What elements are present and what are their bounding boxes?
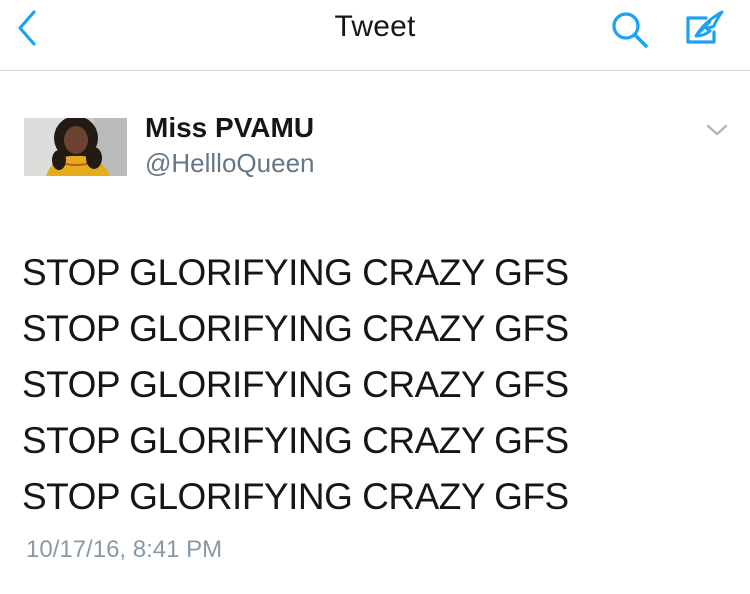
navigation-bar: Tweet — [0, 0, 750, 71]
tweet-timestamp: 10/17/16, 8:41 PM — [26, 536, 223, 563]
author-handle[interactable]: @HellloQueen — [145, 148, 314, 179]
tweet-text: STOP GLORIFYING CRAZY GFS STOP GLORIFYIN… — [22, 245, 722, 525]
search-button[interactable] — [608, 8, 654, 50]
tweet-options-button[interactable] — [702, 118, 732, 142]
profile-photo — [24, 118, 127, 176]
avatar[interactable] — [24, 118, 127, 176]
tweet-text-line: STOP GLORIFYING CRAZY GFS — [22, 476, 569, 517]
compose-button[interactable] — [680, 6, 730, 52]
tweet-text-line: STOP GLORIFYING CRAZY GFS — [22, 252, 569, 293]
chevron-down-icon — [706, 124, 728, 136]
author-display-name[interactable]: Miss PVAMU — [145, 112, 314, 144]
search-icon — [612, 12, 648, 48]
tweet-detail-screen: Tweet Miss PVAMU @HellloQueen STOP GLORI… — [0, 0, 750, 594]
tweet-text-line: STOP GLORIFYING CRAZY GFS — [22, 420, 569, 461]
compose-tweet-icon — [686, 10, 724, 44]
tweet-text-line: STOP GLORIFYING CRAZY GFS — [22, 308, 569, 349]
tweet-text-line: STOP GLORIFYING CRAZY GFS — [22, 364, 569, 405]
